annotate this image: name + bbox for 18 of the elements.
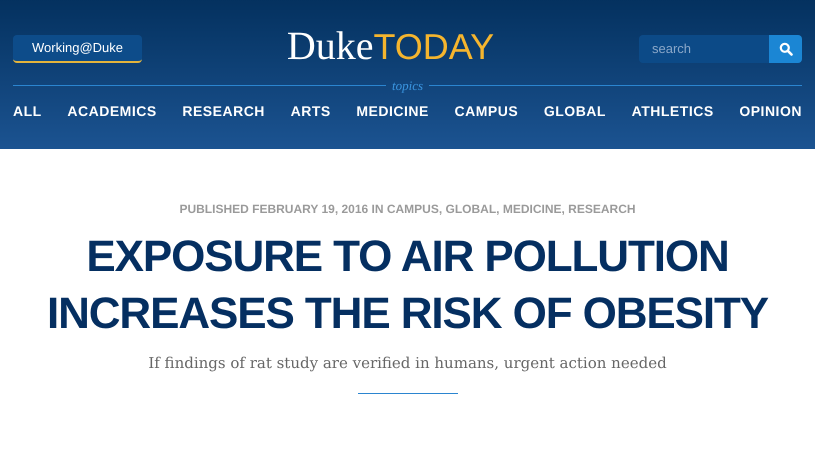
topics-label: topics [390,79,424,92]
working-duke-button[interactable]: Working@Duke [13,35,142,63]
nav-link[interactable]: ARTS [290,101,331,122]
nav-link[interactable]: ALL [13,101,42,122]
nav-link[interactable]: ACADEMICS [67,101,157,122]
search-field[interactable]: search [639,35,769,63]
nav-link[interactable]: MEDICINE [356,101,429,122]
logo[interactable]: DukeTODAY [286,26,494,66]
search-icon [778,42,792,56]
nav-link[interactable]: RESEARCH [182,101,265,122]
nav-link[interactable]: CAMPUS [454,101,518,122]
search-button[interactable] [769,35,802,63]
article-title: EXPOSURE TO AIR POLLUTION INCREASES THE RISK OF OBESITY [46,231,770,340]
nav-link[interactable]: OPINION [739,101,802,122]
published-meta: PUBLISHED FEBRUARY 19, 2016 IN CAMPUS, GLOBAL, MEDICINE, RESEARCH [179,201,636,218]
nav-link[interactable]: ATHLETICS [632,101,714,122]
article-subtitle: If findings of rat study are verified in humans, urgent action needed [148,353,667,374]
nav-link[interactable]: GLOBAL [544,101,606,122]
